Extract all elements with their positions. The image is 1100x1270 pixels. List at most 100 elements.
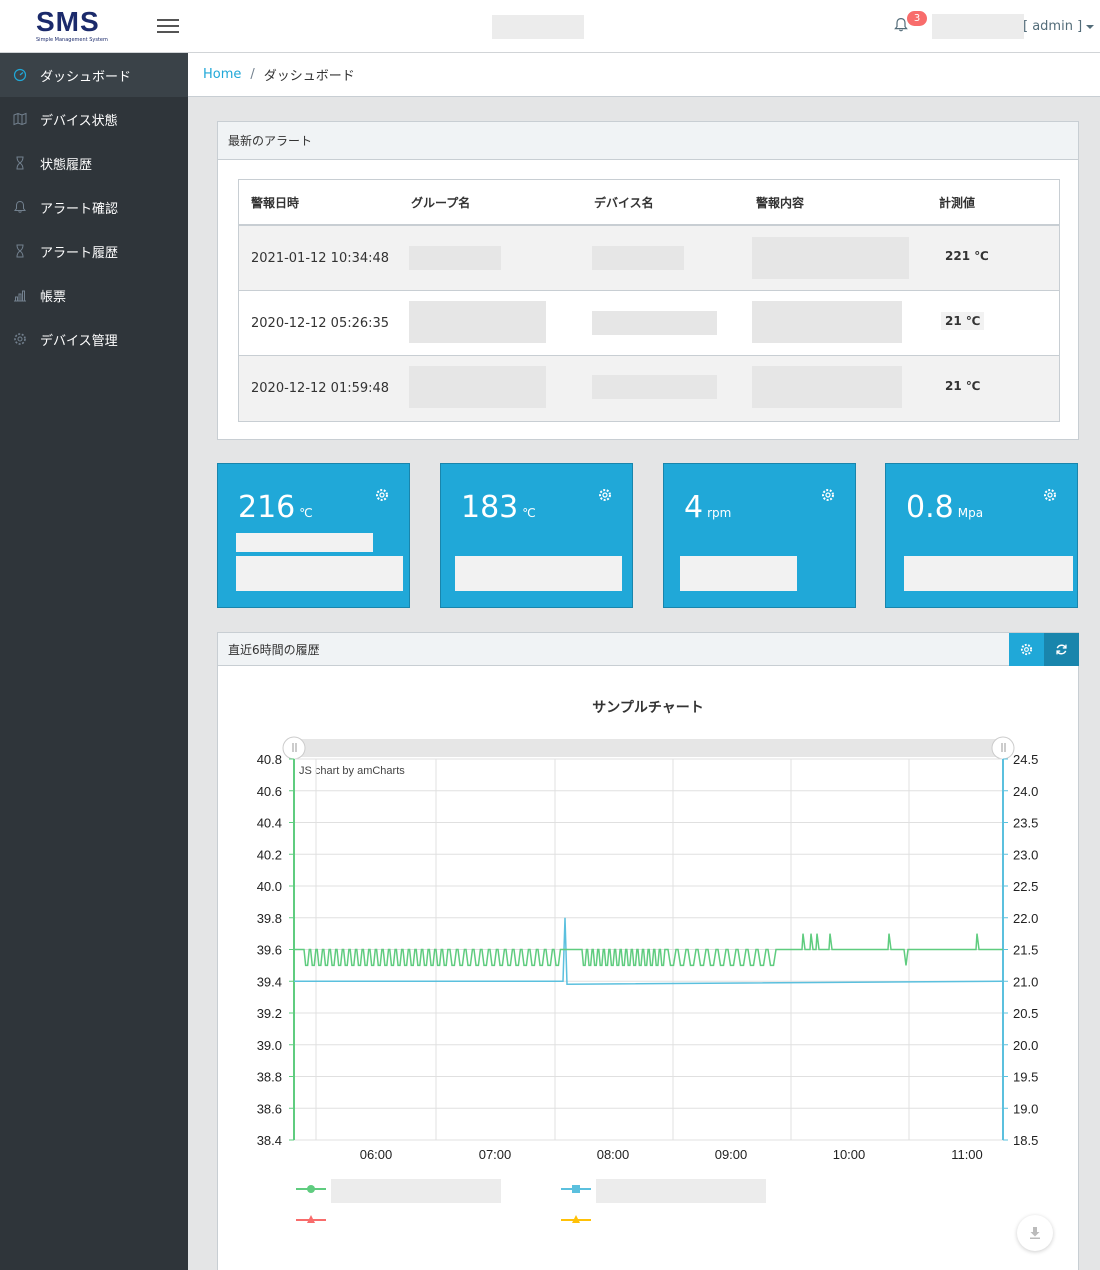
stat-detail-placeholder — [455, 556, 622, 591]
gear-icon[interactable] — [375, 488, 389, 502]
latest-alerts-title: 最新のアラート — [218, 122, 1078, 160]
chart-export-button[interactable] — [1017, 1215, 1053, 1251]
stat-unit: Mpa — [957, 506, 984, 520]
alert-value: 21 ℃ — [941, 312, 985, 330]
sidebar-item-status-history[interactable]: 状態履歴 — [0, 141, 188, 185]
stat-detail-placeholder — [904, 556, 1073, 591]
chevron-down-icon[interactable] — [1086, 25, 1094, 29]
breadcrumb-current: ダッシュボード — [263, 69, 355, 84]
column-header-value: 計測値 — [939, 195, 976, 210]
user-role-label[interactable]: [ admin ] — [1023, 19, 1082, 34]
alert-content-placeholder — [752, 237, 909, 279]
x-tick-label: 11:00 — [951, 1147, 983, 1162]
y-left-tick-label: 39.0 — [257, 1038, 282, 1053]
stat-value-line: 183 ℃ — [461, 490, 536, 531]
stat-tile: 216 ℃ — [217, 463, 410, 608]
hourglass-icon — [12, 243, 28, 259]
table-row[interactable]: 2020-12-12 01:59:48 21 ℃ — [239, 356, 1059, 421]
scrollbar-end-grip[interactable] — [991, 736, 1015, 760]
x-tick-label: 07:00 — [479, 1147, 512, 1162]
y-left-tick-label: 40.6 — [257, 784, 282, 799]
stat-tile: 0.8 Mpa — [885, 463, 1078, 608]
y-right-tick-label: 22.5 — [1013, 879, 1038, 894]
y-left-tick-label: 38.4 — [257, 1133, 282, 1148]
download-icon — [1030, 1227, 1040, 1239]
scrollbar-start-grip[interactable] — [282, 736, 306, 760]
y-left-tick-label: 40.0 — [257, 879, 282, 894]
stat-unit: ℃ — [299, 506, 313, 520]
alert-content-placeholder — [752, 301, 902, 343]
sidebar-item-alert-check[interactable]: アラート確認 — [0, 185, 188, 229]
y-right-tick-label: 24.5 — [1013, 752, 1038, 767]
logo-subtitle: Simple Management System — [36, 37, 108, 43]
history-chart-card: 直近6時間の履歴 サンプルチャート JS chart by amCharts 4… — [217, 632, 1079, 1270]
sidebar-item-alert-history[interactable]: アラート履歴 — [0, 229, 188, 273]
table-row[interactable]: 2021-01-12 10:34:48 221 ℃ — [239, 226, 1059, 291]
y-left-tick-label: 40.4 — [257, 816, 282, 831]
alert-datetime: 2021-01-12 10:34:48 — [251, 250, 390, 266]
device-name-placeholder — [592, 246, 684, 270]
column-header-device: デバイス名 — [594, 195, 654, 210]
stat-unit: ℃ — [522, 506, 536, 520]
stat-value: 216 — [238, 490, 296, 525]
x-tick-label: 08:00 — [597, 1147, 630, 1162]
y-right-tick-label: 20.5 — [1013, 1006, 1038, 1021]
sidebar-item-label: アラート履歴 — [40, 245, 119, 261]
x-tick-label: 06:00 — [360, 1147, 393, 1162]
stat-label-placeholder — [236, 533, 373, 552]
alerts-table: 警報日時 グループ名 デバイス名 警報内容 計測値 2021-01-12 10:… — [238, 179, 1060, 422]
y-right-tick-label: 20.0 — [1013, 1038, 1038, 1053]
sidebar-item-dashboard[interactable]: ダッシュボード — [0, 53, 188, 97]
device-name-placeholder — [592, 311, 717, 335]
chart-credit: JS chart by amCharts — [299, 765, 405, 777]
y-left-tick-label: 38.8 — [257, 1070, 282, 1085]
chart-scrollbar[interactable] — [294, 739, 1004, 757]
y-right-tick-label: 21.5 — [1013, 943, 1038, 958]
legend-label-placeholder — [596, 1179, 766, 1203]
table-header: 警報日時 グループ名 デバイス名 警報内容 計測値 — [239, 180, 1059, 226]
y-left-tick-label: 39.2 — [257, 1006, 282, 1021]
stat-detail-placeholder — [680, 556, 797, 591]
stat-tile: 183 ℃ — [440, 463, 633, 608]
sidebar-item-label: デバイス管理 — [40, 333, 118, 349]
sidebar-item-device-management[interactable]: デバイス管理 — [0, 317, 188, 361]
breadcrumb-home-link[interactable]: Home — [203, 67, 241, 82]
y-right-tick-label: 24.0 — [1013, 784, 1038, 799]
alert-datetime: 2020-12-12 01:59:48 — [251, 381, 390, 396]
sidebar-item-reports[interactable]: 帳票 — [0, 273, 188, 317]
gear-icon[interactable] — [598, 488, 612, 502]
stat-detail-placeholder — [236, 556, 403, 591]
stat-unit: rpm — [707, 506, 732, 520]
group-name-placeholder — [409, 366, 546, 408]
gear-icon — [12, 331, 28, 347]
sidebar-item-label: 帳票 — [40, 289, 67, 305]
stat-value: 183 — [461, 490, 519, 525]
breadcrumb-separator: / — [250, 67, 255, 82]
y-left-tick-label: 39.4 — [257, 974, 282, 989]
column-header-group: グループ名 — [411, 195, 471, 210]
gear-icon[interactable] — [821, 488, 835, 502]
y-right-tick-label: 19.0 — [1013, 1101, 1038, 1116]
y-right-tick-label: 23.5 — [1013, 816, 1038, 831]
y-left-tick-label: 38.6 — [257, 1101, 282, 1116]
column-header-datetime: 警報日時 — [251, 195, 300, 210]
sidebar-item-device-status[interactable]: デバイス状態 — [0, 97, 188, 141]
stat-tile: 4 rpm — [663, 463, 856, 608]
table-row[interactable]: 2020-12-12 05:26:35 21 ℃ — [239, 291, 1059, 356]
history-line-chart: JS chart by amCharts 40.8 24.5 40.6 24.0 40.… — [257, 736, 1038, 1223]
logo[interactable]: SMS Simple Management System — [36, 8, 108, 44]
user-name-placeholder — [932, 14, 1024, 39]
stat-value-line: 0.8 Mpa — [906, 490, 983, 531]
stat-value-line: 216 ℃ — [238, 490, 313, 531]
sidebar-item-label: アラート確認 — [40, 201, 119, 217]
y-right-tick-label: 19.5 — [1013, 1070, 1038, 1085]
sidebar-item-label: 状態履歴 — [40, 157, 93, 173]
alert-content-placeholder — [752, 366, 902, 408]
gear-icon[interactable] — [1043, 488, 1057, 502]
hourglass-icon — [12, 155, 28, 171]
sidebar-item-label: ダッシュボード — [40, 69, 132, 85]
stat-value-line: 4 rpm — [684, 490, 731, 531]
sidebar-toggle-button[interactable] — [157, 16, 179, 36]
stat-value: 0.8 — [906, 490, 954, 525]
breadcrumb: Home / ダッシュボード — [188, 53, 1100, 97]
